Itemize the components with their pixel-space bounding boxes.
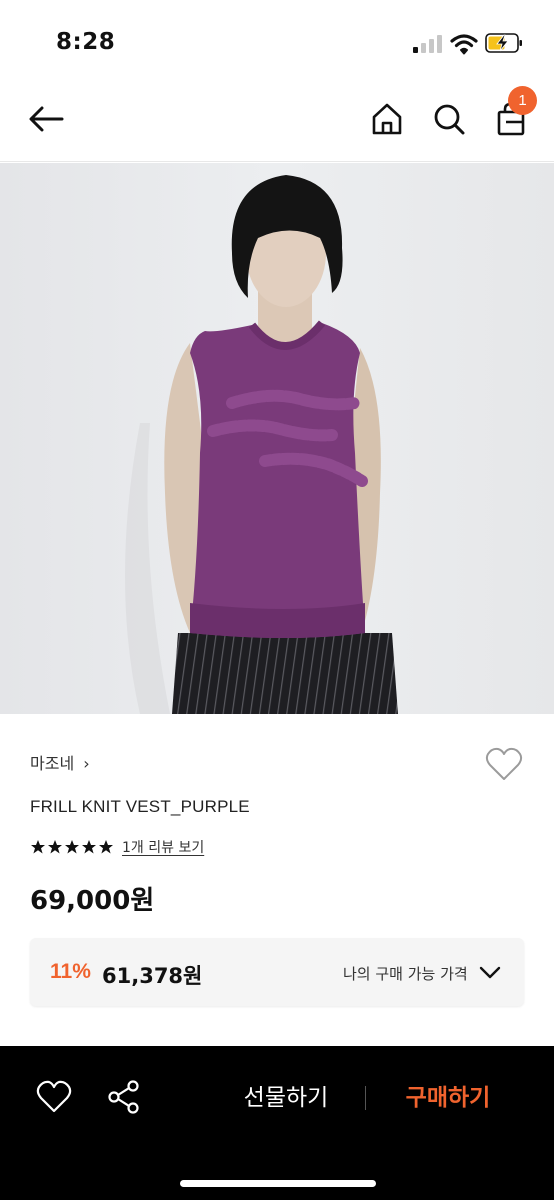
status-bar: 8:28 xyxy=(0,0,554,80)
gift-button[interactable]: 선물하기 xyxy=(228,1080,344,1116)
chevron-down-icon[interactable] xyxy=(479,963,501,981)
product-photo-illustration xyxy=(0,163,554,714)
brand-name: 마조네 xyxy=(30,754,75,773)
product-price: 69,000원 xyxy=(30,886,155,916)
heart-icon[interactable] xyxy=(36,1080,72,1114)
star-icon xyxy=(65,840,79,854)
product-name: FRILL KNIT VEST_PURPLE xyxy=(30,797,250,816)
back-arrow-icon[interactable] xyxy=(26,98,68,140)
bottom-action-bar: 선물하기 구매하기 xyxy=(0,1046,554,1200)
chevron-right-icon: › xyxy=(83,754,90,773)
rating-row: 1개 리뷰 보기 xyxy=(30,836,204,858)
star-icon xyxy=(48,840,62,854)
heart-icon[interactable] xyxy=(484,745,524,783)
search-icon[interactable] xyxy=(428,98,470,140)
brand-link[interactable]: 마조네 › xyxy=(30,750,90,774)
wifi-icon xyxy=(450,34,478,55)
product-photo[interactable] xyxy=(0,163,554,714)
discount-rate: 11% xyxy=(50,960,91,983)
star-icon xyxy=(99,840,113,854)
star-icon xyxy=(31,840,45,854)
rating-stars xyxy=(30,839,114,855)
signal-icon xyxy=(413,35,443,53)
share-icon[interactable] xyxy=(106,1079,142,1115)
discount-price-box[interactable]: 11% 61,378원 나의 구매 가능 가격 xyxy=(30,938,524,1006)
buy-button[interactable]: 구매하기 xyxy=(390,1080,506,1116)
top-nav-bar xyxy=(0,80,554,162)
home-icon[interactable] xyxy=(366,98,408,140)
star-icon xyxy=(82,840,96,854)
bottom-bar-divider xyxy=(365,1086,366,1110)
review-link[interactable]: 1개 리뷰 보기 xyxy=(122,837,204,857)
cart-count-badge: 1 xyxy=(508,86,537,115)
battery-charging-icon xyxy=(485,33,522,53)
home-indicator[interactable] xyxy=(180,1180,376,1187)
discount-label: 나의 구매 가능 가격 xyxy=(343,965,468,983)
discount-price: 61,378원 xyxy=(102,964,203,988)
status-time: 8:28 xyxy=(56,29,116,55)
